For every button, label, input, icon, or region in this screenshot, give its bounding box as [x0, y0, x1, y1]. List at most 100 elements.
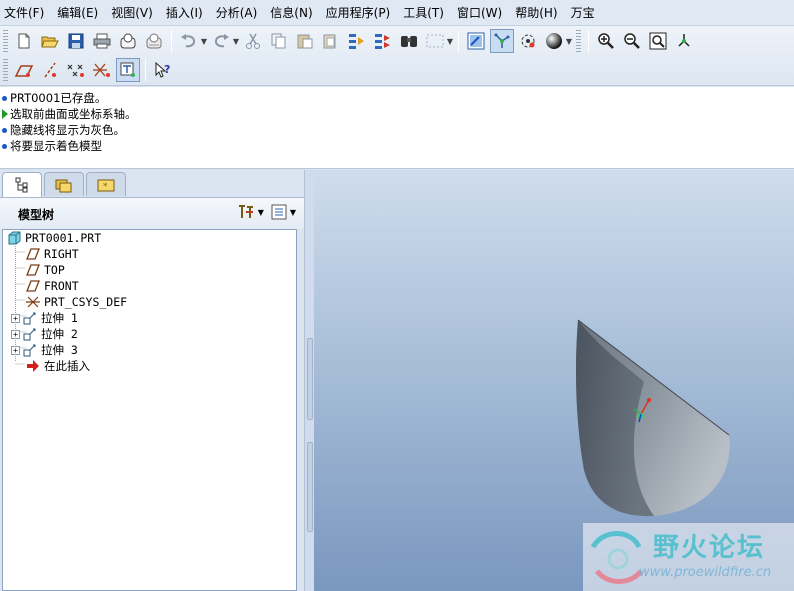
tree-item-front[interactable]: FRONT [26, 278, 79, 294]
message-text: 隐藏线将显示为灰色。 [10, 123, 125, 137]
tree-item-label: 拉伸 1 [41, 311, 78, 325]
toolbar-row-2: ? [0, 55, 176, 85]
model-tree-title: 模型树 [18, 208, 55, 222]
annotation-display-icon[interactable] [116, 58, 140, 82]
navigator-tabs: * [2, 172, 128, 198]
shading-dropdown-icon[interactable]: ▼ [565, 37, 573, 46]
copy-icon[interactable] [267, 29, 291, 53]
datum-axes-icon[interactable] [38, 58, 62, 82]
toolbar-separator [588, 30, 589, 52]
paste-icon[interactable] [293, 29, 317, 53]
paste-special-icon[interactable] [319, 29, 343, 53]
menu-tools[interactable]: 工具(T) [398, 0, 452, 26]
navigator-panel: * 模型树 ▼ ▼ PRT0001.PRT RIGHT TOP FRONT PR… [0, 170, 304, 591]
tree-item-right[interactable]: RIGHT [26, 246, 79, 262]
watermark-url: www.proewildfire.cn [639, 565, 772, 580]
tree-item-label: 在此插入 [44, 359, 90, 373]
datum-planes-icon[interactable] [12, 58, 36, 82]
info-bullet-icon [2, 90, 10, 106]
datum-plane-icon [26, 247, 40, 261]
mail-attach-icon[interactable] [142, 29, 166, 53]
menu-bar: 文件(F) 编辑(E) 视图(V) 插入(I) 分析(A) 信息(N) 应用程序… [0, 0, 794, 26]
undo-icon[interactable] [177, 29, 201, 53]
refit-icon[interactable] [646, 29, 670, 53]
message-text: 将要显示着色模型 [10, 139, 102, 153]
menu-insert[interactable]: 插入(I) [161, 0, 211, 26]
svg-text:?: ? [164, 63, 170, 76]
tree-settings-icon[interactable]: ▼ [236, 203, 270, 221]
tree-item-insert-here[interactable]: 在此插入 [26, 358, 90, 374]
toolbar-separator [145, 59, 146, 81]
menu-edit[interactable]: 编辑(E) [52, 0, 106, 26]
send-mail-icon[interactable] [116, 29, 140, 53]
tree-item-label: RIGHT [44, 247, 79, 261]
repaint-icon[interactable] [464, 29, 488, 53]
extrude-icon [23, 327, 37, 341]
tree-item-extrude-2[interactable]: + 拉伸 2 [11, 326, 78, 342]
part-icon [7, 231, 21, 245]
menu-file[interactable]: 文件(F) [0, 0, 52, 26]
orient-mode-icon[interactable] [516, 29, 540, 53]
menu-applications[interactable]: 应用程序(P) [321, 0, 399, 26]
prompt-arrow-icon [2, 106, 10, 122]
menu-view[interactable]: 视图(V) [106, 0, 161, 26]
extrude-icon [23, 343, 37, 357]
expand-icon[interactable]: + [11, 345, 20, 355]
tree-item-label: PRT_CSYS_DEF [44, 295, 128, 309]
regenerate-icon[interactable] [345, 29, 369, 53]
model-tree-icon [15, 177, 28, 193]
zoom-in-icon[interactable] [594, 29, 618, 53]
expand-icon[interactable]: + [11, 329, 20, 339]
toolbar-grip[interactable] [576, 30, 581, 52]
zoom-out-icon[interactable] [620, 29, 644, 53]
menu-wanbao[interactable]: 万宝 [566, 0, 603, 26]
tree-item-top[interactable]: TOP [26, 262, 65, 278]
tree-filter-icon[interactable]: ▼ [270, 203, 296, 221]
datum-plane-icon [26, 279, 40, 293]
datum-points-icon[interactable] [64, 58, 88, 82]
panel-splitter[interactable] [304, 170, 314, 591]
menu-help[interactable]: 帮助(H) [510, 0, 565, 26]
open-icon[interactable] [38, 29, 62, 53]
toolbar-area: ▼ ▼ ▼ ▼ ? [0, 26, 794, 86]
select-box-icon[interactable] [423, 29, 447, 53]
message-line: 隐藏线将显示为灰色。 [2, 122, 794, 138]
save-icon[interactable] [64, 29, 88, 53]
tree-item-extrude-3[interactable]: + 拉伸 3 [11, 342, 78, 358]
tree-item-label: FRONT [44, 279, 79, 293]
splitter-grip[interactable] [307, 338, 313, 420]
find-icon[interactable] [397, 29, 421, 53]
message-line: 将要显示着色模型 [2, 138, 794, 154]
cut-icon[interactable] [241, 29, 265, 53]
favorites-icon: * [97, 179, 115, 192]
new-icon[interactable] [12, 29, 36, 53]
toolbar-grip[interactable] [3, 59, 8, 81]
tree-item-part[interactable]: PRT0001.PRT [7, 230, 101, 246]
message-line: 选取前曲面或坐标系轴。 [2, 106, 794, 122]
message-line: PRT0001已存盘。 [2, 90, 794, 106]
expand-icon[interactable]: + [11, 313, 20, 323]
splitter-grip[interactable] [307, 442, 313, 532]
redo-dropdown-icon[interactable]: ▼ [232, 37, 240, 46]
menu-window[interactable]: 窗口(W) [452, 0, 510, 26]
shading-icon[interactable] [542, 29, 566, 53]
model-tree: PRT0001.PRT RIGHT TOP FRONT PRT_CSYS_DEF [2, 229, 297, 591]
print-icon[interactable] [90, 29, 114, 53]
whats-this-icon[interactable]: ? [151, 58, 175, 82]
tab-folder-browser[interactable] [44, 172, 84, 196]
undo-dropdown-icon[interactable]: ▼ [200, 37, 208, 46]
menu-analysis[interactable]: 分析(A) [211, 0, 266, 26]
select-dropdown-icon[interactable]: ▼ [446, 37, 454, 46]
redo-icon[interactable] [209, 29, 233, 53]
tree-item-extrude-1[interactable]: + 拉伸 1 [11, 310, 78, 326]
extrude-icon [23, 311, 37, 325]
tab-favorites[interactable]: * [86, 172, 126, 196]
tab-model-tree[interactable] [2, 172, 42, 197]
reorient-icon[interactable] [672, 29, 696, 53]
coord-systems-icon[interactable] [90, 58, 114, 82]
menu-info[interactable]: 信息(N) [265, 0, 320, 26]
toolbar-grip[interactable] [3, 30, 8, 52]
tree-item-csys[interactable]: PRT_CSYS_DEF [26, 294, 127, 310]
regen-manager-icon[interactable] [371, 29, 395, 53]
spin-center-icon[interactable] [490, 29, 514, 53]
